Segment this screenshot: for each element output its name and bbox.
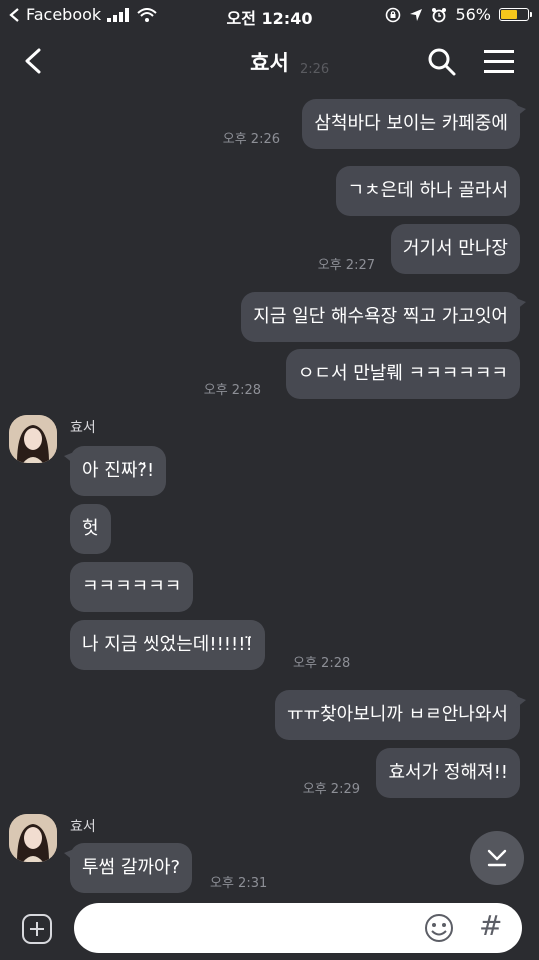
search-icon[interactable] [427, 47, 457, 77]
hash-icon[interactable]: # [479, 909, 502, 942]
message-bubble[interactable]: 효서가 정해져!! [376, 748, 520, 798]
message-bubble[interactable]: 삼척바다 보이는 카페중에 [302, 99, 526, 149]
status-right: 56% [385, 5, 532, 24]
message-time: 오후 2:26 [222, 132, 280, 147]
message-bubble[interactable]: 나 지금 씻었는데!!!!!!̈ [70, 620, 265, 670]
message-bubble[interactable]: 거기서 만나장 [390, 224, 520, 274]
chat-header: 효서 2:26 [0, 30, 539, 92]
message-bubble[interactable]: ㅋㅋㅋㅋㅋㅋ [70, 562, 194, 612]
add-icon[interactable] [21, 913, 53, 945]
message-bubble[interactable]: ㅇㄷ서 만날뤠 ㅋㅋㅋㅋㅋㅋ [285, 349, 520, 399]
chat-title: 효서 [250, 51, 289, 75]
avatar[interactable] [9, 415, 57, 463]
chevron-down-icon [487, 849, 507, 867]
input-bar: # [0, 897, 539, 960]
alarm-icon [432, 7, 447, 22]
message-time: 오후 2:28 [203, 383, 261, 398]
message-bubble[interactable]: ㅠㅠ찾아보니까 ㅂㄹ안나와서 [274, 690, 527, 740]
message-bubble[interactable]: 지금 일단 해수욕장 찍고 가고잇어 [241, 292, 526, 342]
message-time: 오후 2:29 [302, 782, 360, 797]
battery-icon [499, 8, 532, 21]
avatar-photo [9, 814, 57, 862]
carrier-label[interactable]: Facebook [26, 5, 101, 24]
emoji-icon[interactable] [423, 912, 455, 944]
status-left: Facebook [8, 5, 157, 24]
message-time: 오후 2:28 [293, 656, 351, 671]
battery-percent: 56% [455, 5, 491, 24]
message-time: 오후 2:27 [317, 258, 375, 273]
menu-icon[interactable] [483, 49, 515, 75]
sender-name: 효서 [70, 420, 96, 436]
signal-icon [107, 7, 130, 22]
orientation-lock-icon [386, 7, 401, 22]
faded-time: 2:26 [300, 62, 330, 77]
back-arrow-icon[interactable] [8, 7, 20, 23]
status-bar: Facebook 오전 12:40 56% [0, 0, 539, 30]
sender-name: 효서 [70, 819, 96, 835]
avatar-photo [9, 415, 57, 463]
message-bubble[interactable]: 투썸 갈까아? [63, 843, 193, 893]
message-time: 오후 2:31 [210, 876, 268, 891]
avatar[interactable] [9, 814, 57, 862]
message-bubble[interactable]: 헛 [70, 504, 111, 554]
battery-fill [501, 10, 517, 19]
wifi-icon [137, 7, 157, 22]
message-bubble[interactable]: 아 진짜?̈! [63, 446, 167, 496]
scroll-to-bottom-button[interactable] [470, 831, 524, 885]
message-bubble[interactable]: ㄱㅊ은데 하나 골라서 [335, 166, 520, 216]
location-icon [410, 8, 423, 21]
